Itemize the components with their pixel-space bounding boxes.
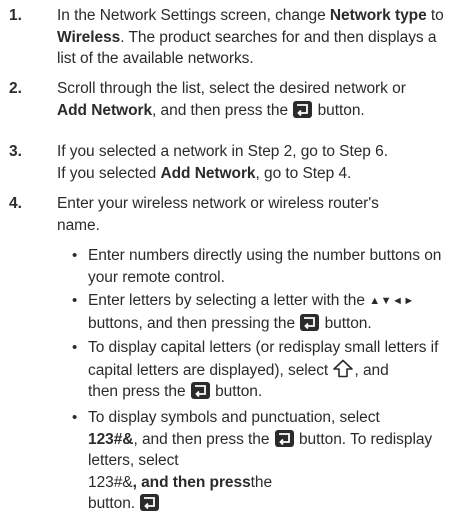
bullet-text: Enter letters by selecting a letter with… [88, 292, 415, 332]
bullet-text: Enter numbers directly using the number … [88, 247, 442, 286]
direction-arrows-icon: ▲▼◄► [369, 295, 415, 307]
enter-button-icon [300, 313, 320, 331]
bullet-dot: • [72, 292, 78, 309]
bullet-dot: • [72, 339, 78, 356]
step-text: Scroll through the list, select the desi… [57, 80, 406, 119]
step-number: 2. [9, 80, 22, 97]
bullet-dot: • [72, 247, 78, 264]
step-text: In the Network Settings screen, change N… [57, 7, 444, 67]
bullet-text: To display symbols and punctuation, sele… [88, 409, 433, 512]
enter-button-icon [274, 429, 294, 447]
enter-button-icon [293, 100, 313, 118]
enter-button-icon [140, 494, 160, 511]
shift-arrow-icon [333, 359, 354, 377]
step-text: Enter your wireless network or wireless … [57, 195, 379, 234]
step-number: 1. [9, 7, 22, 24]
bullet-text: To display capital letters (or redisplay… [88, 339, 439, 400]
step-number: 4. [9, 195, 22, 212]
bullet-dot: • [72, 409, 78, 426]
step-number: 3. [9, 143, 22, 160]
step-text: If you selected a network in Step 2, go … [57, 143, 388, 182]
enter-button-icon [190, 382, 210, 399]
